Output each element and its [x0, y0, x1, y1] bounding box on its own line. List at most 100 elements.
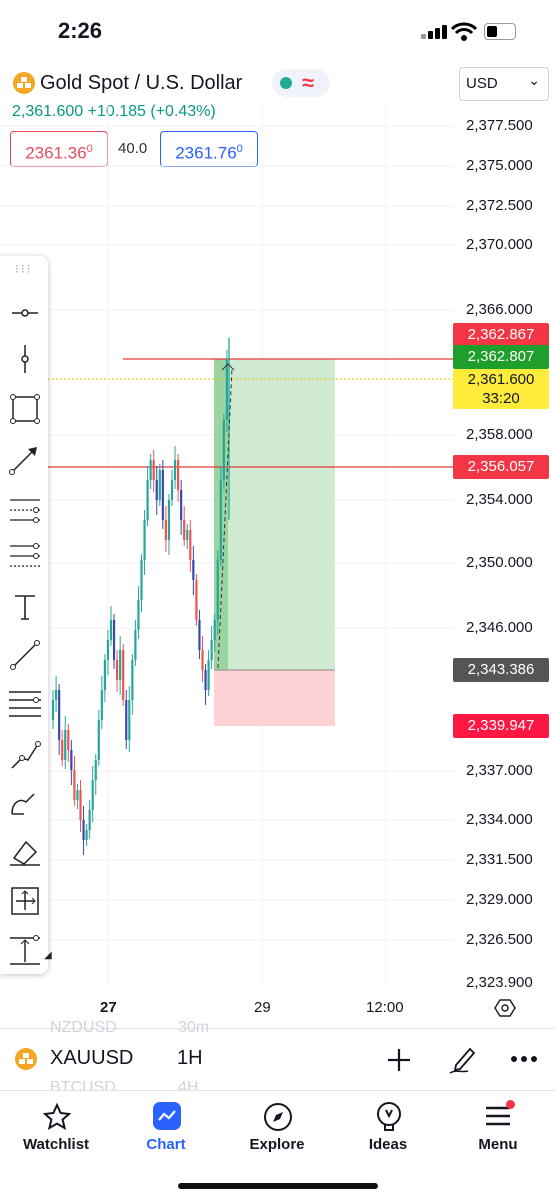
drawing-pen-icon[interactable] — [448, 1043, 478, 1075]
price-tick: 2,354.000 — [466, 491, 533, 508]
chevron-down-icon: ⌄ — [528, 72, 540, 88]
price-tick: 2,334.000 — [466, 811, 533, 828]
candle-body — [109, 620, 113, 640]
compass-icon — [264, 1103, 292, 1131]
long-position-tool[interactable] — [6, 492, 44, 530]
short-position-tool[interactable] — [6, 538, 44, 576]
rectangle-tool[interactable] — [6, 390, 44, 428]
candle-body — [112, 620, 116, 660]
wifi-icon — [451, 22, 477, 41]
nav-explore[interactable]: Explore — [227, 1090, 327, 1160]
price-tick: 2,375.000 — [466, 157, 533, 174]
symbol-selector[interactable]: XAUUSD — [50, 1047, 133, 1070]
price-tick: 2,366.000 — [466, 301, 533, 318]
candle-body — [76, 790, 79, 800]
candle-body — [61, 740, 64, 760]
vertical-line-tool[interactable] — [6, 340, 44, 378]
candle-body — [161, 470, 164, 520]
toolbar-drag-handle[interactable]: ⁝⁝⁝ — [15, 262, 32, 276]
candle-body — [198, 620, 201, 650]
interval-selector[interactable]: 1H — [177, 1047, 203, 1070]
add-plus-icon[interactable] — [386, 1047, 412, 1073]
price-tick: 2,346.000 — [466, 619, 533, 636]
profit-zone[interactable] — [214, 359, 335, 670]
candle-body — [103, 660, 106, 690]
more-dots-icon[interactable] — [510, 1055, 538, 1063]
candlestick-series — [51, 338, 230, 855]
cursor-cross-tool[interactable] — [6, 294, 44, 332]
price-tick: 2,323.900 — [466, 974, 533, 991]
arrow-tool[interactable] — [6, 440, 44, 478]
candle-body — [149, 460, 152, 480]
nav-menu[interactable]: Menu — [448, 1090, 548, 1160]
candle-body — [128, 700, 131, 740]
candle-body — [55, 690, 58, 700]
measure-tool[interactable] — [6, 882, 44, 920]
price-chart[interactable] — [0, 105, 455, 985]
currency-select[interactable]: USD ⌄ — [459, 67, 549, 101]
candle-body — [177, 460, 180, 490]
candle-body — [192, 560, 195, 580]
drawing-toolbar: ⁝⁝⁝ ◢ — [0, 256, 52, 974]
candle-body — [143, 520, 146, 560]
candle-body — [79, 790, 82, 820]
chart-icon — [153, 1102, 181, 1130]
entry-line-price-label: 2,356.057 — [453, 455, 549, 479]
candle-body — [207, 660, 210, 690]
candle-body — [167, 500, 171, 540]
gold-bars-icon — [13, 72, 35, 94]
candle-body — [183, 520, 186, 540]
candle-body — [100, 690, 103, 720]
horizontal-ray-tool[interactable] — [6, 684, 44, 722]
candle-body — [134, 630, 137, 660]
candle-body — [186, 530, 189, 540]
price-range-tool[interactable] — [6, 932, 44, 970]
market-status-dot — [280, 77, 292, 89]
nav-watchlist[interactable]: Watchlist — [6, 1090, 106, 1160]
candle-body — [219, 480, 222, 560]
toolbar-expand-chevron-icon[interactable]: ◢ — [44, 950, 52, 961]
status-time: 2:26 — [58, 18, 103, 43]
nav-chart[interactable]: Chart — [116, 1090, 216, 1160]
candle-body — [67, 730, 70, 750]
price-tick: 2,326.500 — [466, 931, 533, 948]
candle-body — [225, 360, 228, 420]
market-open-indicator[interactable]: ≈ — [272, 69, 330, 97]
highlighter-tool[interactable] — [6, 832, 44, 870]
position-entry-label: 2,343.386 — [453, 658, 549, 682]
candle-body — [119, 650, 122, 680]
bar-countdown: 33:20 — [482, 390, 520, 407]
symbol-title[interactable]: Gold Spot / U.S. Dollar — [40, 72, 242, 95]
candle-body — [158, 470, 161, 500]
price-tick: 2,372.500 — [466, 197, 533, 214]
text-tool[interactable] — [6, 588, 44, 626]
stop-loss-label: 2,339.947 — [453, 714, 549, 738]
candle-body — [88, 810, 91, 830]
candle-body — [85, 830, 88, 840]
path-tool[interactable] — [6, 736, 44, 774]
nav-ideas[interactable]: Ideas — [338, 1090, 438, 1160]
price-tick: 2,350.000 — [466, 554, 533, 571]
candle-body — [73, 770, 76, 800]
chart-settings-icon[interactable] — [494, 997, 516, 1019]
brush-tool[interactable] — [6, 784, 44, 822]
price-tick: 2,337.000 — [466, 762, 533, 779]
current-price-label: 2,361.600 33:20 — [453, 369, 549, 409]
gold-bars-icon — [15, 1048, 37, 1070]
ghost-symbol-top: NZDUSD — [50, 1019, 117, 1036]
candle-body — [180, 490, 183, 520]
candle-body — [152, 460, 155, 480]
candle-body — [155, 480, 158, 500]
candle-body — [210, 640, 213, 660]
ghost-interval-top: 30m — [178, 1019, 210, 1036]
candle-body — [70, 750, 73, 770]
time-tick: 29 — [254, 999, 271, 1016]
time-tick: 27 — [100, 999, 117, 1016]
candle-body — [51, 700, 55, 720]
trend-line-tool[interactable] — [6, 636, 44, 674]
target-price-label: 2,362.807 — [453, 345, 549, 369]
candle-body — [204, 670, 207, 690]
loss-zone[interactable] — [214, 670, 335, 726]
time-tick: 12:00 — [366, 999, 404, 1016]
approx-icon: ≈ — [302, 70, 315, 95]
